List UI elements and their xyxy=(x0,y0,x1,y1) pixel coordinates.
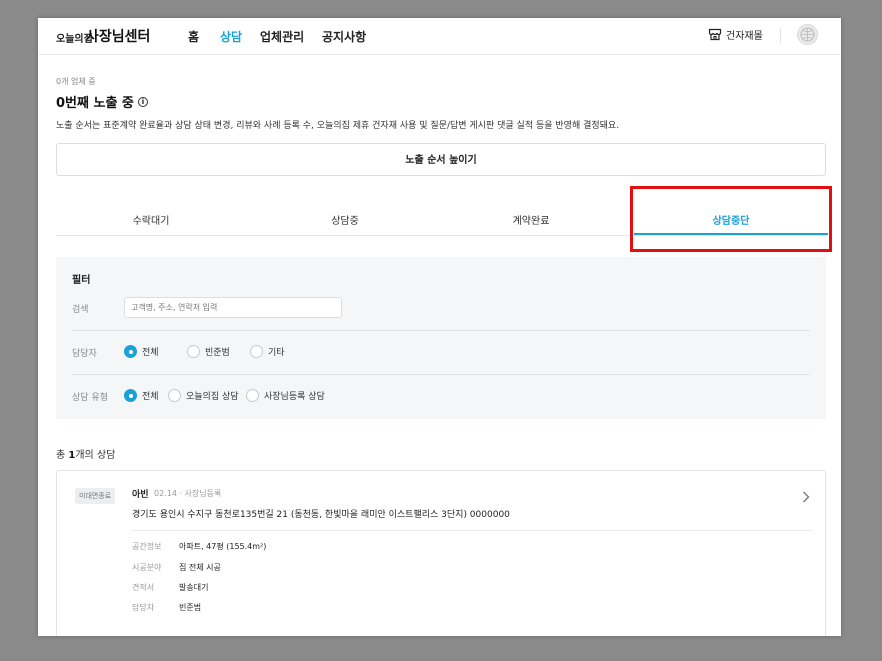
detail-value-estimate: 발송대기 xyxy=(179,583,209,592)
radio-label: 오늘의집 상담 xyxy=(186,392,239,402)
profile-icon xyxy=(800,27,815,42)
consult-type-label: 상담 유형 xyxy=(72,393,108,403)
tab-in-consultation[interactable]: 상담중 xyxy=(250,212,440,227)
consultation-card[interactable]: 미대면종료 아빈 02.14 · 사장님등록 경기도 용인시 수지구 동천로13… xyxy=(56,470,826,636)
filter-divider xyxy=(72,374,810,375)
customer-name: 아빈 xyxy=(132,490,149,500)
detail-label-estimate: 견적서 xyxy=(132,583,155,592)
tab-contract-complete[interactable]: 계약완료 xyxy=(436,212,626,227)
logo-title[interactable]: 사장님센터 xyxy=(86,26,150,46)
radio-label: 전체 xyxy=(142,392,159,402)
tab-waiting-acceptance[interactable]: 수락대기 xyxy=(56,212,246,227)
radio-checked-icon xyxy=(124,345,137,358)
consultation-meta: 02.14 · 사장님등록 xyxy=(154,489,222,498)
customer-address: 경기도 용인시 수지구 동천로135번길 21 (동천동, 한빛마을 래미안 이… xyxy=(132,510,510,520)
radio-label: 빈준범 xyxy=(205,348,230,358)
radio-unchecked-icon xyxy=(187,345,200,358)
consult-type-radio-all[interactable]: 전체 xyxy=(124,389,159,402)
radio-unchecked-icon xyxy=(250,345,263,358)
manager-radio-all[interactable]: 전체 xyxy=(124,345,159,358)
header-divider xyxy=(780,28,781,43)
filter-divider xyxy=(72,330,810,331)
radio-checked-icon xyxy=(124,389,137,402)
detail-value-field: 집 전체 시공 xyxy=(179,563,221,572)
detail-value-space: 아파트, 47평 (155.4m²) xyxy=(179,542,267,551)
detail-label-space: 공간정보 xyxy=(132,542,162,551)
exposure-title: 0번째 노출 중 xyxy=(56,96,134,111)
search-label: 검색 xyxy=(72,305,89,315)
total-suffix: 개의 상담 xyxy=(75,450,116,461)
radio-label: 전체 xyxy=(142,348,159,358)
card-divider xyxy=(132,530,812,531)
radio-label: 사장님등록 상담 xyxy=(264,392,325,402)
total-prefix: 총 xyxy=(56,450,69,461)
consult-type-radio-ohouse[interactable]: 오늘의집 상담 xyxy=(168,389,239,402)
radio-unchecked-icon xyxy=(168,389,181,402)
top-navigation-bar: 오늘의집 사장님센터 홈 상담 업체관리 공지사항 건자재몰 xyxy=(38,18,841,55)
store-icon xyxy=(708,28,722,41)
filter-panel: 필터 검색 담당자 전체 빈준범 기타 상담 유형 전체 오늘의집 상담 xyxy=(56,257,826,419)
app-window: 오늘의집 사장님센터 홈 상담 업체관리 공지사항 건자재몰 0개 업체 중 0… xyxy=(38,18,841,636)
avatar[interactable] xyxy=(797,24,818,45)
raise-exposure-button[interactable]: 노출 순서 높이기 xyxy=(56,143,826,176)
info-icon[interactable]: i xyxy=(137,96,148,107)
manager-radio-person[interactable]: 빈준범 xyxy=(187,345,230,358)
search-input[interactable] xyxy=(124,297,342,318)
exposure-company-count: 0개 업체 중 xyxy=(56,77,96,86)
total-count-text: 총 1개의 상담 xyxy=(56,446,115,461)
exposure-title-row: 0번째 노출 중 i xyxy=(56,92,148,111)
radio-unchecked-icon xyxy=(246,389,259,402)
highlight-annotation-box xyxy=(630,186,832,252)
chevron-right-icon[interactable] xyxy=(802,488,810,507)
manager-radio-other[interactable]: 기타 xyxy=(250,345,285,358)
nav-consult[interactable]: 상담 xyxy=(220,28,242,45)
nav-home[interactable]: 홈 xyxy=(188,28,199,45)
detail-label-field: 시공분야 xyxy=(132,563,162,572)
detail-value-manager: 빈준범 xyxy=(179,603,202,612)
consult-type-radio-owner[interactable]: 사장님등록 상담 xyxy=(246,389,325,402)
materials-mall-label: 건자재몰 xyxy=(726,31,763,42)
detail-label-manager: 담당자 xyxy=(132,603,155,612)
filter-title: 필터 xyxy=(72,275,91,286)
radio-label: 기타 xyxy=(268,348,285,358)
manager-label: 담당자 xyxy=(72,349,97,359)
nav-company-management[interactable]: 업체관리 xyxy=(260,28,304,45)
materials-mall-link[interactable]: 건자재몰 xyxy=(708,27,763,42)
exposure-description: 노출 순서는 표준계약 완료율과 상담 상태 변경, 리뷰와 사례 등록 수, … xyxy=(56,121,620,131)
nav-notice[interactable]: 공지사항 xyxy=(322,28,366,45)
status-badge: 미대면종료 xyxy=(75,488,116,504)
